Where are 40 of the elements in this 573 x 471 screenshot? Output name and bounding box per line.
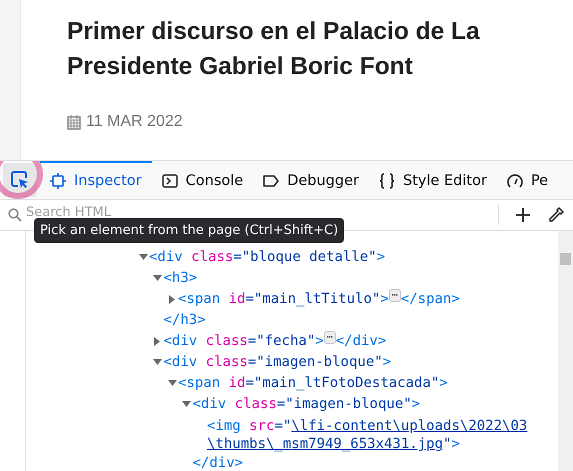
article-date: 11 MAR 2022 bbox=[86, 113, 183, 131]
tag-shape-icon bbox=[263, 173, 280, 189]
calendar-icon bbox=[67, 114, 81, 130]
terminal-icon bbox=[162, 173, 178, 189]
closing-tag: </span> bbox=[400, 289, 460, 310]
plus-icon bbox=[515, 207, 531, 223]
collapsed-content-badge[interactable]: ⋯ bbox=[324, 331, 336, 344]
collapse-arrow-icon[interactable] bbox=[182, 400, 191, 409]
devtools-tab[interactable]: Pe bbox=[496, 161, 558, 199]
closing-tag: </div> bbox=[192, 453, 244, 471]
collapse-arrow-icon[interactable] bbox=[138, 253, 148, 262]
cursor-select-icon bbox=[11, 171, 29, 189]
collapse-arrow-icon[interactable] bbox=[153, 358, 162, 367]
collapse-arrow-icon[interactable] bbox=[153, 274, 162, 283]
expand-arrow-icon[interactable] bbox=[168, 295, 176, 304]
devtools-tab[interactable]: Console bbox=[152, 161, 254, 199]
braces-icon bbox=[378, 173, 395, 189]
markup-line[interactable]: <h3> bbox=[164, 268, 198, 289]
gauge-icon bbox=[506, 173, 523, 189]
search-icon bbox=[8, 208, 22, 222]
expand-arrow-icon[interactable] bbox=[153, 337, 162, 346]
markup-line[interactable]: <div class="fecha"> bbox=[164, 331, 324, 352]
markup-line[interactable]: <span id="main_ltFotoDestacada"> bbox=[178, 373, 448, 394]
frame-icon bbox=[50, 173, 66, 189]
closing-tag: </div> bbox=[336, 331, 386, 352]
markup-line[interactable]: <div class="imagen-bloque"> bbox=[164, 352, 392, 373]
markup-line[interactable]: <div class="imagen-bloque"> bbox=[192, 394, 420, 415]
markup-line[interactable]: <img src="\lfi-content\uploads\2022\03\thumbs\_msm7949_653x431.jpg"> bbox=[207, 415, 532, 453]
tooltip: Pick an element from the page (Ctrl+Shift+C) bbox=[34, 218, 344, 243]
collapse-arrow-icon[interactable] bbox=[168, 379, 176, 388]
scrollbar-thumb[interactable] bbox=[560, 253, 571, 265]
closing-tag: </h3> bbox=[164, 310, 206, 331]
markup-line[interactable]: <span id="main_ltTitulo"> bbox=[178, 289, 389, 310]
search-field[interactable]: Search HTML bbox=[26, 203, 490, 221]
devtools-tab[interactable]: Style Editor bbox=[368, 161, 497, 199]
article-title: Primer discurso en el Palacio de La Presidente Gabriel Boric Font bbox=[67, 17, 481, 82]
eyedropper-icon bbox=[547, 206, 565, 224]
markup-line[interactable]: <div class="bloque detalle"> bbox=[149, 247, 386, 268]
devtools-tab[interactable]: Debugger bbox=[253, 161, 369, 199]
collapsed-content-badge[interactable]: ⋯ bbox=[388, 289, 401, 302]
